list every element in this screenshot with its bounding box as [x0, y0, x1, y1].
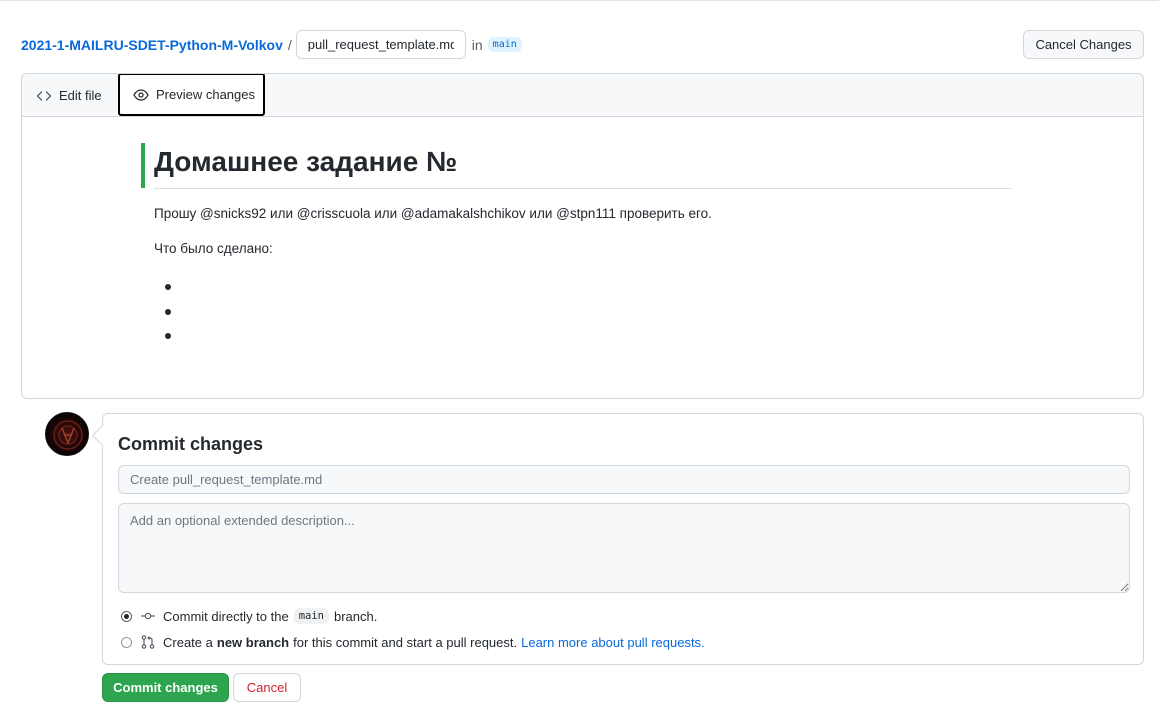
in-label: in: [471, 36, 483, 53]
commit-changes-button[interactable]: Commit changes: [102, 673, 229, 702]
avatar-image: [53, 420, 83, 450]
commit-title: Commit changes: [118, 434, 264, 454]
branch-tag: main: [487, 37, 522, 52]
preview-paragraph: Прошу @snicks92 или @crisscuola или @ada…: [154, 206, 712, 221]
avatar: [45, 412, 89, 456]
learn-more-link[interactable]: Learn more about pull requests.: [521, 635, 705, 650]
commit-direct-radio[interactable]: [121, 610, 132, 622]
cancel-button[interactable]: Cancel: [233, 673, 301, 702]
commit-direct-suffix: branch.: [334, 608, 378, 624]
commit-new-branch-radio[interactable]: [121, 636, 132, 648]
commit-new-bold: new branch: [216, 634, 290, 650]
tab-preview-changes[interactable]: Preview changes: [118, 74, 265, 116]
editor-tabbar: Edit file Preview changes: [22, 74, 1143, 117]
commit-new-suffix: for this commit and start a pull request…: [293, 634, 518, 650]
breadcrumb: 2021-1-MAILRU-SDET-Python-M-Volkov / in …: [21, 30, 522, 59]
tab-edit-label: Edit file: [59, 88, 102, 103]
commit-form: Commit changes Commit directly to the ma…: [102, 413, 1144, 665]
repo-link[interactable]: 2021-1-MAILRU-SDET-Python-M-Volkov: [21, 37, 283, 53]
list-item: [165, 324, 171, 349]
filename-input[interactable]: [295, 30, 466, 59]
commit-direct-prefix: Commit directly to the: [163, 608, 289, 624]
git-pull-request-icon: [141, 635, 155, 649]
commit-direct-branch: main: [293, 608, 329, 624]
bullet-dot: [165, 284, 171, 291]
commit-new-prefix: Create a: [163, 634, 213, 650]
commit-new-branch-option[interactable]: Create a new branch for this commit and …: [121, 632, 705, 652]
changed-line-marker: [141, 143, 145, 188]
cancel-changes-button[interactable]: Cancel Changes: [1023, 30, 1144, 59]
git-commit-icon: [141, 612, 155, 620]
bullet-dot: [165, 308, 171, 315]
preview-bullet-list: [165, 275, 171, 349]
commit-summary-input[interactable]: [118, 465, 1130, 494]
code-icon: [36, 90, 52, 101]
bullet-dot: [165, 333, 171, 340]
breadcrumb-separator: /: [287, 36, 292, 53]
preview-paragraph: Что было сделано:: [154, 241, 273, 256]
preview-heading: Домашнее задание №: [154, 146, 1012, 189]
tab-edit-file[interactable]: Edit file: [36, 74, 102, 117]
commit-direct-option[interactable]: Commit directly to the main branch.: [121, 606, 377, 626]
commit-description-input[interactable]: [118, 503, 1130, 593]
tab-preview-label: Preview changes: [156, 87, 255, 102]
top-divider: [0, 0, 1159, 1]
list-item: [165, 300, 171, 325]
list-item: [165, 275, 171, 300]
file-editor: Edit file Preview changes Домашнее задан…: [21, 73, 1144, 399]
eye-icon: [133, 88, 149, 101]
